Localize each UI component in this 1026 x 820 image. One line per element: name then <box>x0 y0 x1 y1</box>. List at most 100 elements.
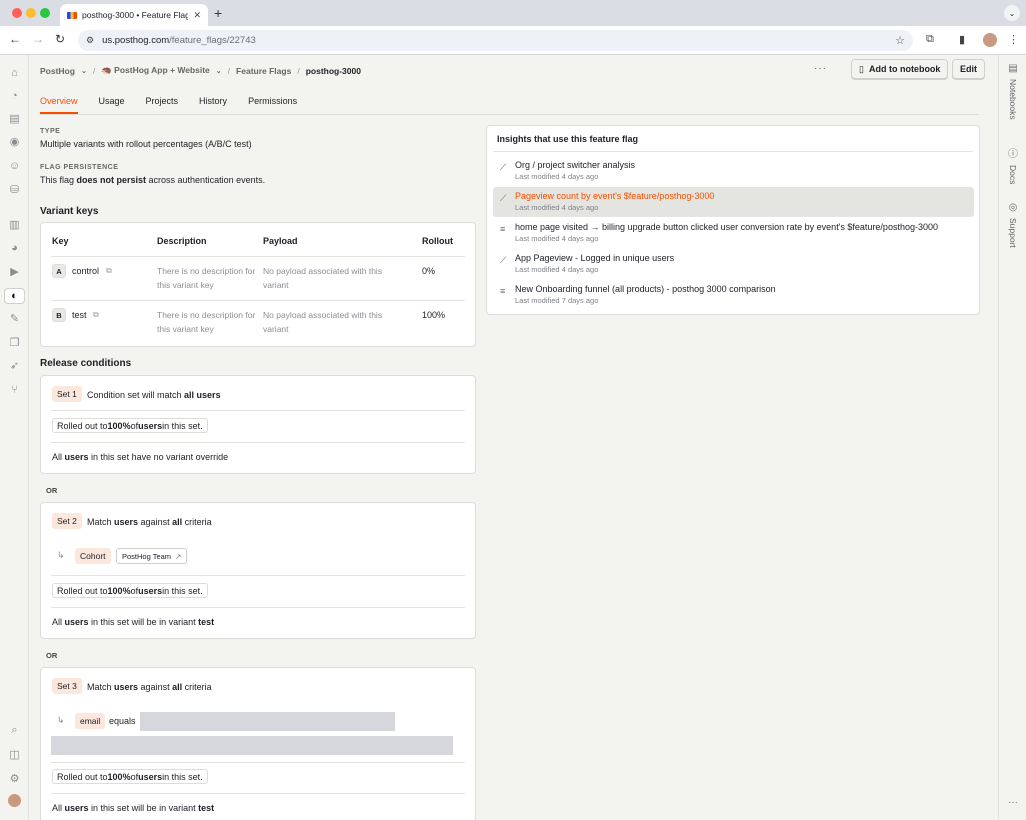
persistence-emphasis: does not persist <box>76 175 147 185</box>
footer-text: All <box>52 452 65 462</box>
zoom-window-button[interactable] <box>40 8 50 18</box>
new-tab-button[interactable]: + <box>214 5 222 21</box>
extensions-icon[interactable]: ⧉ <box>926 33 934 46</box>
close-window-button[interactable] <box>12 8 22 18</box>
variant-keys-title: Variant keys <box>40 206 99 217</box>
trends-icon: ⟋ <box>500 162 507 172</box>
search-icon[interactable]: ⌕ <box>7 723 22 738</box>
insight-item[interactable]: ⟋ App Pageview - Logged in unique users … <box>493 249 974 279</box>
insight-item[interactable]: ≡ home page visited → billing upgrade bu… <box>493 218 974 248</box>
insight-item[interactable]: ⟋ Pageview count by event's $feature/pos… <box>493 187 974 217</box>
rollout-text: Rolled out to <box>57 420 108 431</box>
variant-badge: B <box>52 308 66 322</box>
footer-text: in this set will be in variant <box>88 617 199 627</box>
notebooks-label: Notebooks <box>1008 79 1018 120</box>
rollout-text: Rolled out to <box>57 771 108 782</box>
persons-icon[interactable]: ☺ <box>7 158 22 173</box>
page-topbar: PostHog ⌄ / 🦔 PostHog App + Website ⌄ / Fe… <box>29 55 998 85</box>
back-button[interactable]: ← <box>9 32 21 46</box>
copy-icon[interactable]: ⧉ <box>106 266 112 276</box>
settings-gear-icon[interactable]: ⚙ <box>7 771 22 786</box>
breadcrumb-project[interactable]: 🦔 PostHog App + Website <box>101 65 210 76</box>
dashboards-icon[interactable]: ◔ <box>7 88 22 103</box>
copy-icon[interactable]: ⧉ <box>93 310 99 320</box>
insight-name: New Onboarding funnel (all products) - p… <box>515 284 776 294</box>
insight-modified: Last modified 4 days ago <box>515 234 599 243</box>
docs-sidebar-button[interactable]: ⓘ Docs <box>999 145 1026 184</box>
product-analytics-icon[interactable]: ▥ <box>7 217 22 232</box>
column-header: Payload <box>263 236 298 246</box>
cohort-link[interactable]: PostHog Team ↗ <box>116 548 188 564</box>
set-title-text: criteria <box>182 682 212 692</box>
support-label: Support <box>1008 218 1018 248</box>
breadcrumb-current: posthog-3000 <box>305 65 361 76</box>
footer-emphasis: test <box>198 617 215 627</box>
rollout-emphasis: 100% <box>107 420 131 431</box>
footer-emphasis: users <box>64 617 89 627</box>
browser-tab[interactable]: posthog-3000 • Feature Flag ✕ <box>60 4 208 26</box>
condition-operator: equals <box>109 716 136 726</box>
tab-usage[interactable]: Usage <box>99 92 125 114</box>
breadcrumb-section[interactable]: Feature Flags <box>236 66 291 76</box>
pipeline-icon[interactable]: ⑂ <box>7 382 22 397</box>
data-management-icon[interactable]: ⛁ <box>7 182 22 197</box>
bookmark-star-icon[interactable]: ☆ <box>895 34 905 47</box>
browser-menu-icon[interactable]: ⋮ <box>1008 33 1019 46</box>
live-events-icon[interactable]: ◉ <box>7 134 22 149</box>
notebooks-nav-icon[interactable]: ▤ <box>7 111 22 126</box>
insight-name: App Pageview - Logged in unique users <box>515 253 675 263</box>
reload-button[interactable]: ↻ <box>55 32 65 46</box>
feature-flags-toggle-icon[interactable]: ◐ <box>4 288 25 304</box>
column-header: Rollout <box>422 236 453 246</box>
tab-search-button[interactable]: ⌄ <box>1004 5 1020 21</box>
home-icon[interactable]: ⌂ <box>7 65 22 80</box>
divider <box>51 410 465 411</box>
insight-item[interactable]: ≡ New Onboarding funnel (all products) -… <box>493 280 974 310</box>
minimize-window-button[interactable] <box>26 8 36 18</box>
tab-projects[interactable]: Projects <box>146 92 179 114</box>
tab-history[interactable]: History <box>199 92 227 114</box>
set-title-text: Match <box>87 517 115 527</box>
breadcrumb-org[interactable]: PostHog <box>40 66 75 76</box>
notebook-icon: ▤ <box>1008 63 1018 74</box>
web-analytics-icon[interactable]: ◕ <box>7 240 22 255</box>
forward-button[interactable]: → <box>32 32 44 46</box>
more-sidebar-icon[interactable]: ··· <box>999 797 1026 808</box>
tab-permissions[interactable]: Permissions <box>248 92 297 114</box>
profile-avatar[interactable] <box>983 33 997 47</box>
footer-text: in this set will be in variant <box>88 803 199 813</box>
more-options-button[interactable]: ··· <box>814 63 827 74</box>
surveys-icon[interactable]: ❐ <box>7 335 22 350</box>
early-access-icon[interactable]: ➶ <box>7 358 22 373</box>
set-title-text: against <box>138 682 173 692</box>
insight-name: Pageview count by event's $feature/posth… <box>515 191 715 201</box>
tab-overview[interactable]: Overview <box>40 92 78 114</box>
condition-set-3: Set 3 Match users against all criteria ↳… <box>40 667 476 820</box>
variant-key: control <box>72 266 100 276</box>
variant-rollout: 100% <box>422 310 446 320</box>
site-info-icon[interactable]: ⚙ <box>86 35 94 46</box>
tabs-divider <box>40 114 979 115</box>
breadcrumb-separator: / <box>92 65 96 76</box>
support-sidebar-button[interactable]: ◎ Support <box>999 202 1026 248</box>
funnel-icon: ≡ <box>500 224 506 234</box>
footer-emphasis: test <box>198 803 215 813</box>
or-separator: OR <box>46 651 58 660</box>
variant-payload: No payload associated with this variant <box>263 266 383 290</box>
session-replay-icon[interactable]: ▶ <box>7 264 22 279</box>
sub-condition-arrow-icon: ↳ <box>57 715 65 725</box>
rollout-emphasis: users <box>138 585 163 596</box>
add-to-notebook-button[interactable]: ▯ Add to notebook <box>851 59 949 79</box>
user-avatar[interactable] <box>8 794 21 807</box>
experiments-icon[interactable]: ✎ <box>7 311 22 326</box>
browser-tab-title: posthog-3000 • Feature Flag <box>82 10 189 20</box>
notebooks-sidebar-button[interactable]: ▤ Notebooks <box>999 63 1026 120</box>
side-panel-icon[interactable]: ▮ <box>959 33 965 46</box>
insights-card: Insights that use this feature flag ⟋ Or… <box>486 125 980 315</box>
address-bar[interactable]: ⚙ us.posthog.com/feature_flags/22743 ☆ <box>78 30 913 51</box>
variant-keys-table: Key Description Payload Rollout A contro… <box>40 222 476 347</box>
toolbar-launch-icon[interactable]: ◫ <box>7 747 22 762</box>
edit-button[interactable]: Edit <box>952 59 985 79</box>
insight-item[interactable]: ⟋ Org / project switcher analysis Last m… <box>493 156 974 186</box>
close-tab-icon[interactable]: ✕ <box>193 10 201 21</box>
